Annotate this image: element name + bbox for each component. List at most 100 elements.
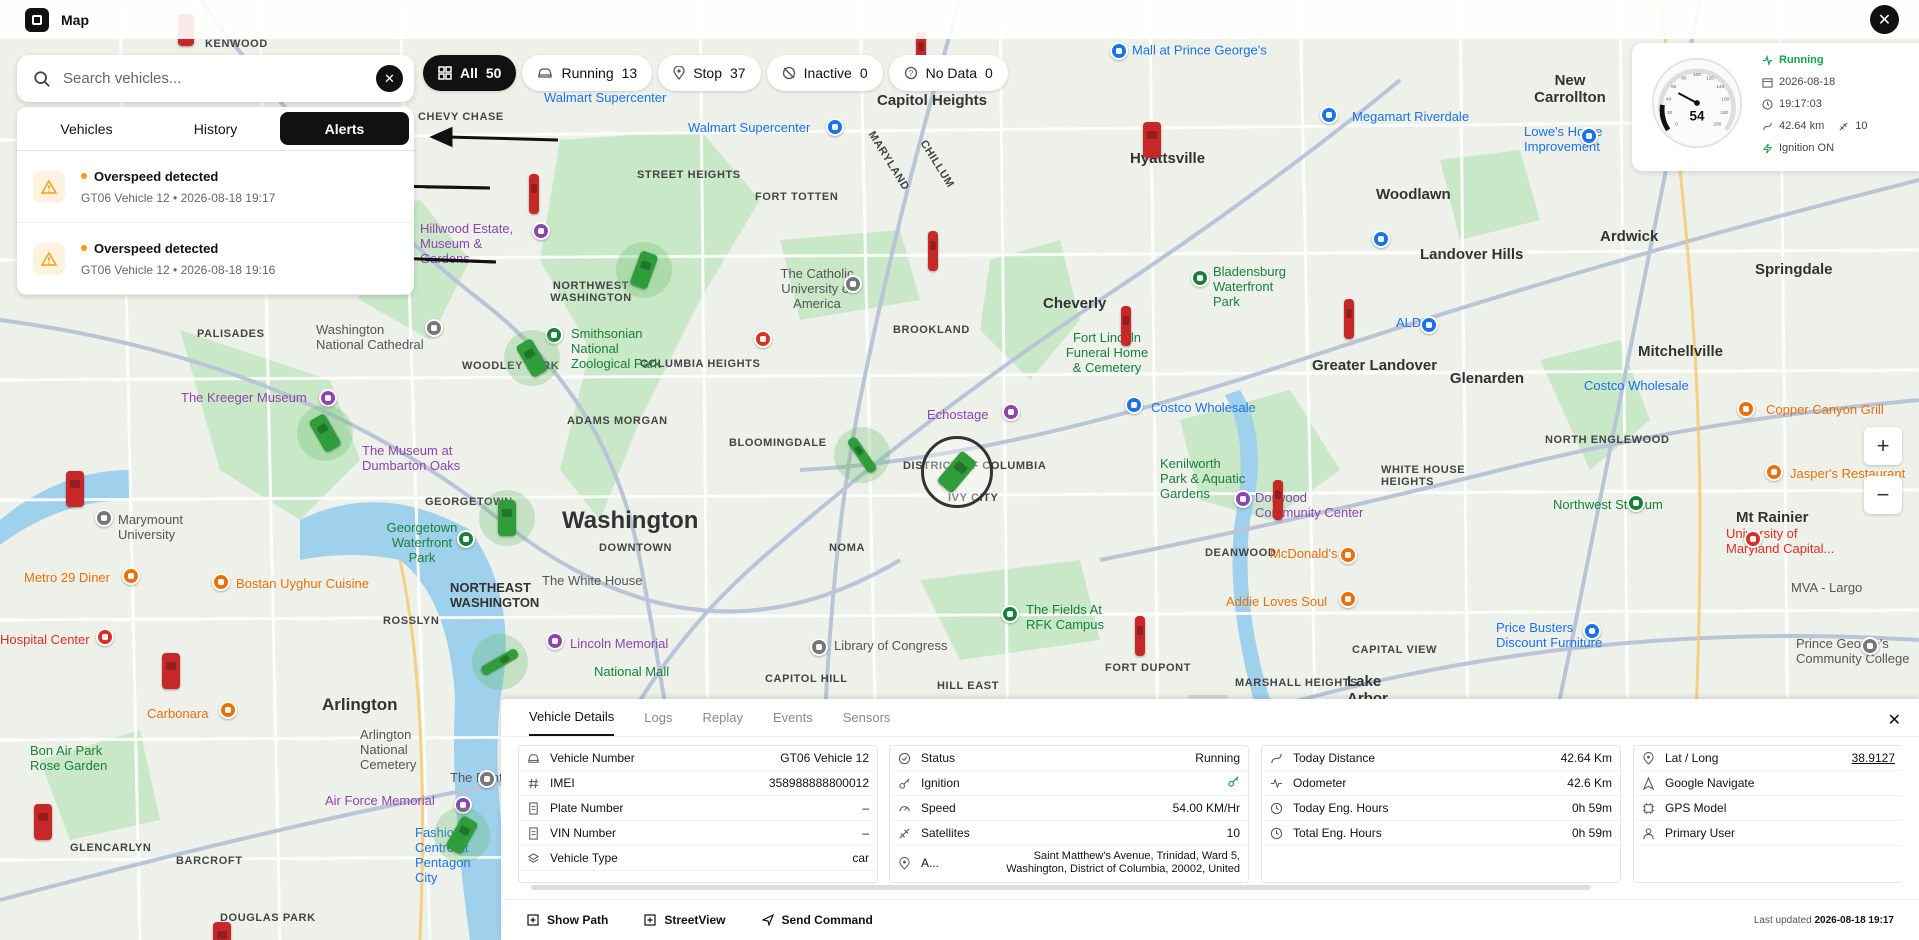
poi-label[interactable]: Walmart Supercenter (688, 120, 810, 135)
filter-no-data[interactable]: ? No Data 0 (888, 55, 1008, 91)
map-label: NOMA (829, 542, 866, 554)
poi-label[interactable]: Megamart Riverdale (1352, 109, 1469, 124)
poi-label[interactable]: Addie Loves Soul (1226, 594, 1327, 609)
hospital-pin-icon[interactable] (96, 628, 114, 646)
poi-label[interactable]: Metro 29 Diner (24, 570, 110, 585)
plus-square-icon (527, 914, 539, 926)
google-navigate-link[interactable]: Google Navigate (1665, 776, 1754, 790)
poi-label[interactable]: Carbonara (147, 706, 208, 721)
restaurant-pin-icon[interactable] (219, 701, 237, 719)
poi-label[interactable]: Marymount University (118, 512, 198, 542)
landmark-pin-icon[interactable] (478, 770, 496, 788)
poi-label[interactable]: Lowe's Home Improvement (1524, 124, 1614, 154)
poi-label[interactable]: University of Maryland Capital... (1726, 526, 1836, 556)
alert-item[interactable]: Overspeed detected GT06 Vehicle 12 • 202… (17, 151, 414, 223)
drag-handle[interactable] (1188, 695, 1228, 699)
poi-label[interactable]: Bladensburg Waterfront Park (1213, 264, 1293, 309)
poi-label[interactable]: The Kreeger Museum (181, 390, 307, 405)
poi-label[interactable]: Library of Congress (834, 638, 947, 653)
poi-label[interactable]: Echostage (927, 407, 988, 422)
landmark-pin-icon[interactable] (810, 638, 828, 656)
store-pin-icon[interactable] (1420, 316, 1438, 334)
poi-label[interactable]: Copper Canyon Grill (1766, 402, 1884, 417)
tab-replay[interactable]: Replay (702, 699, 742, 736)
close-details-button[interactable]: ✕ (1888, 710, 1901, 730)
landmark-pin-icon[interactable] (425, 319, 443, 337)
filter-inactive[interactable]: Inactive 0 (766, 55, 883, 91)
zoom-in-button[interactable]: + (1864, 427, 1902, 465)
poi-label[interactable]: Prince George's Community College (1796, 636, 1916, 666)
school-pin-icon[interactable] (1861, 637, 1879, 655)
restaurant-pin-icon[interactable] (122, 567, 140, 585)
store-pin-icon[interactable] (1580, 127, 1598, 145)
send-command-button[interactable]: Send Command (761, 913, 873, 927)
map-label: BROOKLAND (893, 324, 970, 336)
restaurant-pin-icon[interactable] (1765, 463, 1783, 481)
vehicle-status: Running (1779, 54, 1824, 66)
hospital-pin-icon[interactable] (1744, 530, 1762, 548)
tab-logs[interactable]: Logs (644, 699, 672, 736)
street-view-button[interactable]: StreetView (644, 913, 726, 927)
tab-sensors[interactable]: Sensors (843, 699, 891, 736)
filter-running[interactable]: Running 13 (522, 55, 653, 91)
museum-pin-icon[interactable] (546, 632, 564, 650)
poi-label[interactable]: The Fields At RFK Campus (1026, 602, 1126, 632)
store-pin-icon[interactable] (1125, 396, 1143, 414)
vehicle-status-card[interactable]: 0 20 40 60 80 100 120 140 160 180 200 54 Running 2… (1632, 43, 1919, 171)
school-pin-icon[interactable] (95, 509, 113, 527)
search-input[interactable] (63, 70, 353, 87)
poi-label[interactable]: Costco Wholesale (1584, 378, 1689, 393)
poi-label[interactable]: Washington National Cathedral (316, 322, 426, 352)
poi-label[interactable]: Dorwood Community Center (1255, 490, 1365, 520)
tab-events[interactable]: Events (773, 699, 813, 736)
tab-vehicle-details[interactable]: Vehicle Details (529, 699, 615, 736)
poi-label[interactable]: Air Force Memorial (325, 793, 435, 808)
park-pin-icon[interactable] (1191, 269, 1209, 287)
poi-label[interactable]: Fort Lincoln Funeral Home & Cemetery (1062, 330, 1152, 375)
store-pin-icon[interactable] (1372, 230, 1390, 248)
store-pin-icon[interactable] (1320, 106, 1338, 124)
hospital-pin-icon[interactable] (754, 330, 772, 348)
show-path-button[interactable]: Show Path (527, 913, 608, 927)
poi-label[interactable]: Hospital Center (0, 632, 90, 647)
clear-search-button[interactable]: ✕ (376, 65, 403, 92)
tab-history[interactable]: History (151, 112, 280, 145)
close-button[interactable]: ✕ (1870, 5, 1899, 34)
museum-pin-icon[interactable] (1234, 490, 1252, 508)
restaurant-pin-icon[interactable] (212, 573, 230, 591)
poi-label[interactable]: Arlington National Cemetery (360, 727, 460, 772)
detail-row[interactable]: Google Navigate (1634, 771, 1903, 796)
poi-label[interactable]: Georgetown Waterfront Park (377, 520, 467, 565)
poi-label[interactable]: Walmart Supercenter (544, 90, 666, 105)
restaurant-pin-icon[interactable] (1339, 590, 1357, 608)
poi-label[interactable]: MVA - Largo (1791, 580, 1862, 595)
poi-label[interactable]: Bon Air Park Rose Garden (30, 743, 120, 773)
poi-label[interactable]: Mall at Prince George's (1110, 42, 1267, 60)
poi-label[interactable]: Costco Wholesale (1151, 400, 1256, 415)
park-pin-icon[interactable] (1627, 494, 1645, 512)
poi-label[interactable]: The White House (542, 573, 642, 588)
museum-pin-icon[interactable] (1002, 403, 1020, 421)
store-pin-icon[interactable] (826, 118, 844, 136)
horizontal-scrollbar[interactable] (531, 885, 1591, 890)
poi-label[interactable]: The Museum at Dumbarton Oaks (362, 443, 472, 473)
alert-item[interactable]: Overspeed detected GT06 Vehicle 12 • 202… (17, 223, 414, 295)
park-pin-icon[interactable] (457, 530, 475, 548)
zoom-out-button[interactable]: − (1864, 476, 1902, 514)
filter-all[interactable]: All 50 (423, 55, 517, 91)
tab-vehicles[interactable]: Vehicles (22, 112, 151, 145)
poi-label[interactable]: National Mall (594, 664, 669, 679)
poi-label[interactable]: Bostan Uyghur Cuisine (236, 576, 369, 591)
poi-label[interactable]: Northwest Stadium (1553, 497, 1663, 512)
restaurant-pin-icon[interactable] (1737, 400, 1755, 418)
tab-alerts[interactable]: Alerts (280, 112, 409, 145)
lat-long-link[interactable]: 38.9127 (1852, 751, 1895, 765)
poi-label[interactable]: Smithsonian National Zoological Park (571, 326, 681, 371)
filter-stop[interactable]: Stop 37 (658, 55, 761, 91)
park-pin-icon[interactable] (1001, 605, 1019, 623)
poi-label[interactable]: Lincoln Memorial (570, 636, 668, 651)
store-pin-icon[interactable] (1583, 622, 1601, 640)
poi-label[interactable]: McDonald's (1270, 546, 1338, 561)
school-pin-icon[interactable] (844, 275, 862, 293)
restaurant-pin-icon[interactable] (1339, 546, 1357, 564)
